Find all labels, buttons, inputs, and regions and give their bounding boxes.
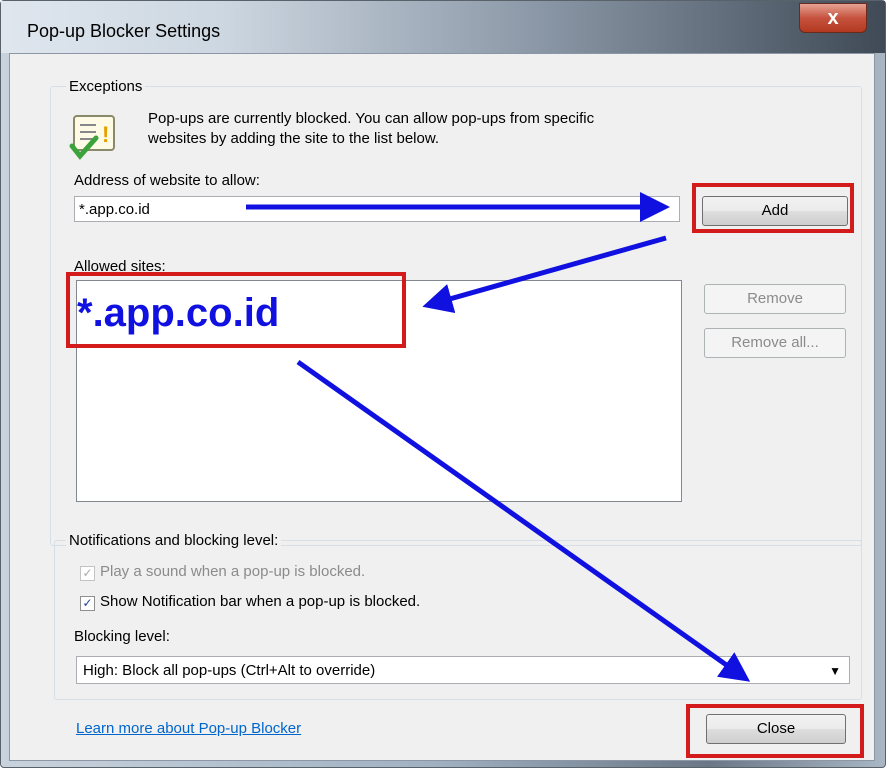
play-sound-checkbox[interactable]: ✓ <box>80 566 95 581</box>
remove-all-button-label: Remove all... <box>731 334 819 351</box>
remove-button[interactable]: Remove <box>704 284 846 314</box>
add-highlight-box <box>692 183 854 233</box>
dialog-client-area: Exceptions ! Pop-ups are currently block… <box>9 53 875 761</box>
close-highlight-box <box>686 704 864 758</box>
svg-text:!: ! <box>102 122 109 147</box>
exceptions-group-label: Exceptions <box>66 78 146 95</box>
checklist-warning-icon: ! <box>66 110 122 166</box>
show-bar-label: Show Notification bar when a pop-up is b… <box>100 593 421 610</box>
title-bar[interactable]: Pop-up Blocker Settings x <box>1 1 885 53</box>
remove-all-button[interactable]: Remove all... <box>704 328 846 358</box>
notifications-group-label: Notifications and blocking level: <box>66 532 282 549</box>
blocking-level-label: Blocking level: <box>74 628 170 645</box>
blocking-level-select[interactable]: High: Block all pop-ups (Ctrl+Alt to ove… <box>76 656 850 684</box>
play-sound-label: Play a sound when a pop-up is blocked. <box>100 563 366 580</box>
chevron-down-icon: ▼ <box>829 664 841 678</box>
info-text-line2: websites by adding the site to the list … <box>148 130 440 147</box>
address-input[interactable]: *.app.co.id <box>74 196 680 222</box>
popup-blocker-dialog: Pop-up Blocker Settings x Exceptions ! P… <box>0 0 886 768</box>
window-title: Pop-up Blocker Settings <box>27 21 221 41</box>
address-label: Address of website to allow: <box>74 172 260 189</box>
info-text-line1: Pop-ups are currently blocked. You can a… <box>148 110 595 127</box>
blocking-level-value: High: Block all pop-ups (Ctrl+Alt to ove… <box>83 662 376 679</box>
learn-more-link[interactable]: Learn more about Pop-up Blocker <box>76 720 301 737</box>
remove-button-label: Remove <box>747 290 803 307</box>
allowed-site-highlight-box <box>66 272 406 348</box>
window-close-button[interactable]: x <box>799 3 867 33</box>
show-bar-checkbox[interactable]: ✓ <box>80 596 95 611</box>
